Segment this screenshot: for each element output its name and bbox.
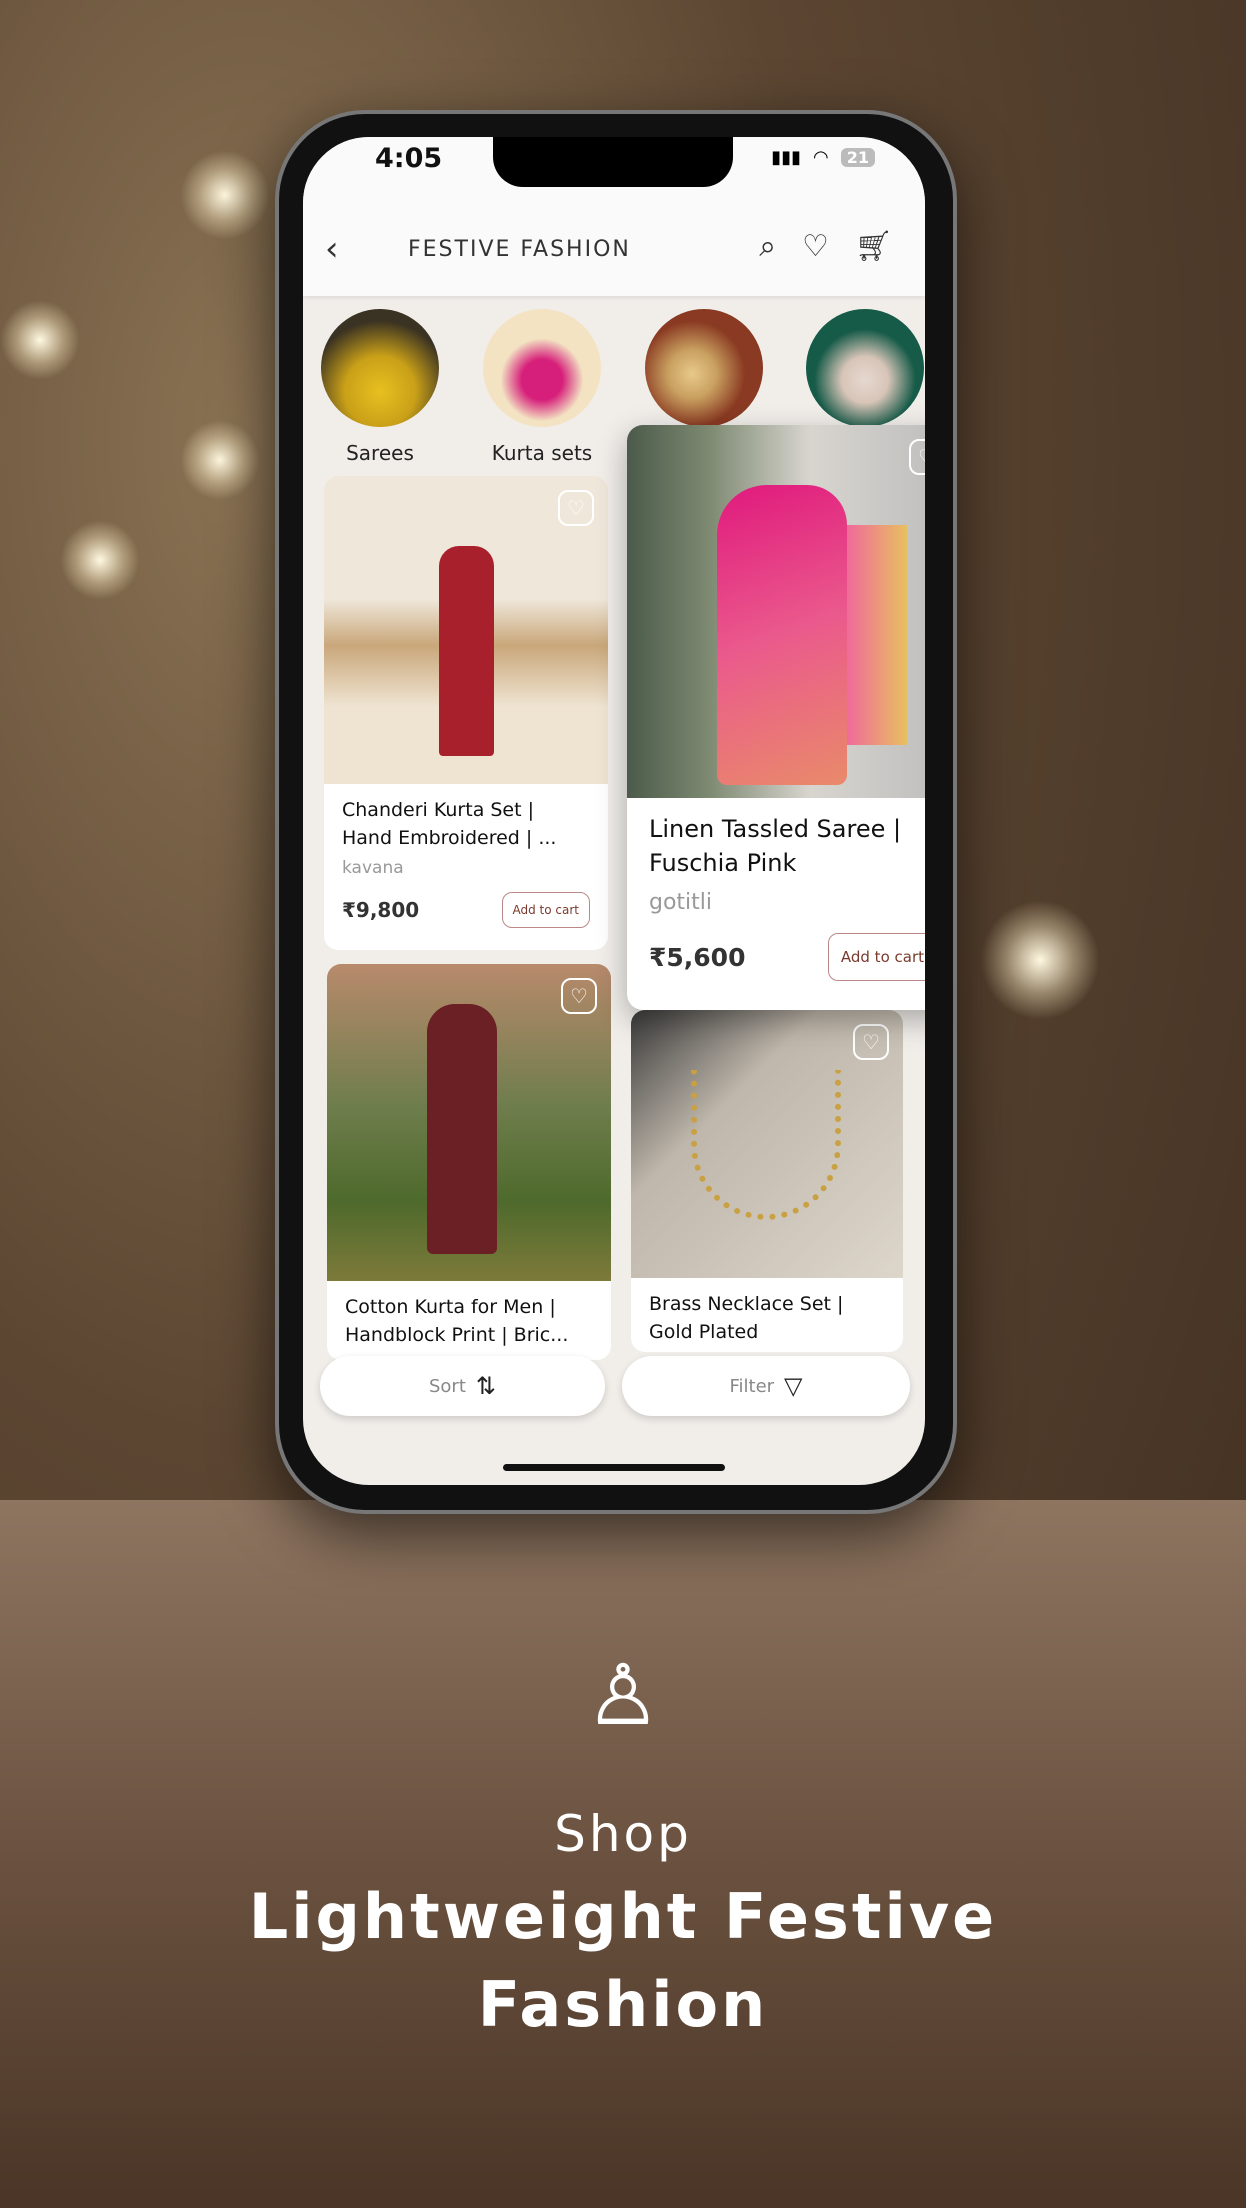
category-jewellery[interactable]: [639, 309, 769, 427]
product-card[interactable]: ♡ Cotton Kurta for Men | Handblock Print…: [327, 964, 611, 1360]
promo-title-line1: Lightweight Festive: [248, 1880, 998, 1953]
wifi-icon: ◠: [813, 147, 829, 168]
product-card[interactable]: ♡ Brass Necklace Set | Gold Plated: [631, 1010, 903, 1352]
product-image: ♡: [627, 425, 925, 798]
heart-icon[interactable]: ♡: [802, 229, 829, 264]
product-brand: gotitli: [649, 890, 713, 915]
add-to-cart-button[interactable]: Add to cart: [501, 892, 590, 928]
product-name: Cotton Kurta for Men | Handblock Print |…: [345, 1296, 569, 1346]
notch: [493, 137, 733, 187]
product-image: ♡: [631, 1010, 903, 1278]
product-image: ♡: [327, 964, 611, 1281]
category-menswear[interactable]: [800, 309, 925, 427]
product-brand: kavana: [342, 858, 404, 878]
wishlist-icon[interactable]: ♡: [853, 1024, 889, 1060]
product-image: ♡: [324, 476, 608, 784]
product-price: ₹5,600: [649, 942, 746, 972]
add-to-cart-button[interactable]: Add to cart: [827, 933, 925, 981]
signal-icon: ▮▮▮: [771, 147, 802, 168]
back-icon[interactable]: ‹: [325, 229, 339, 269]
product-name: Linen Tassled Saree | Fuschia Pink: [649, 815, 902, 877]
page-title: FESTIVE FASHION: [408, 237, 631, 262]
filter-label: Filter: [729, 1375, 775, 1397]
wishlist-icon[interactable]: ♡: [561, 978, 597, 1014]
sort-label: Sort: [428, 1375, 466, 1397]
sort-button[interactable]: Sort ⇅: [320, 1356, 605, 1416]
promo-subtitle: Shop: [554, 1805, 692, 1863]
promo-title-line2: Fashion: [477, 1968, 769, 2041]
category-label: Sarees: [346, 441, 414, 465]
status-icons: ▮▮▮ ◠ 21: [771, 147, 875, 168]
tailor-mannequin-icon: ♙: [585, 1646, 661, 1744]
search-icon[interactable]: ⌕: [759, 229, 776, 264]
filter-button[interactable]: Filter ▽: [622, 1356, 910, 1416]
battery-icon: 21: [840, 148, 875, 167]
category-sarees[interactable]: Sarees: [315, 309, 445, 465]
product-card[interactable]: ♡ Chanderi Kurta Set | Hand Embroidered …: [324, 476, 608, 950]
sort-icon: ⇅: [475, 1372, 496, 1400]
filter-icon: ▽: [784, 1372, 803, 1400]
phone-screen: 4:05 ▮▮▮ ◠ 21 ‹ FESTIVE FASHION ⌕ ♡ 🛒︎ S…: [303, 137, 925, 1485]
status-time: 4:05: [375, 143, 443, 174]
featured-product-card[interactable]: ♡ Linen Tassled Saree | Fuschia Pink got…: [627, 425, 925, 1010]
cart-icon[interactable]: 🛒︎: [855, 229, 893, 264]
wishlist-icon[interactable]: ♡: [558, 490, 594, 526]
category-kurta-sets[interactable]: Kurta sets: [477, 309, 607, 465]
product-name: Chanderi Kurta Set | Hand Embroidered | …: [342, 799, 557, 849]
product-name: Brass Necklace Set | Gold Plated: [649, 1293, 844, 1343]
wishlist-icon[interactable]: ♡: [909, 439, 925, 475]
home-indicator: [503, 1464, 725, 1471]
product-price: ₹9,800: [342, 898, 420, 922]
category-label: Kurta sets: [491, 441, 593, 465]
